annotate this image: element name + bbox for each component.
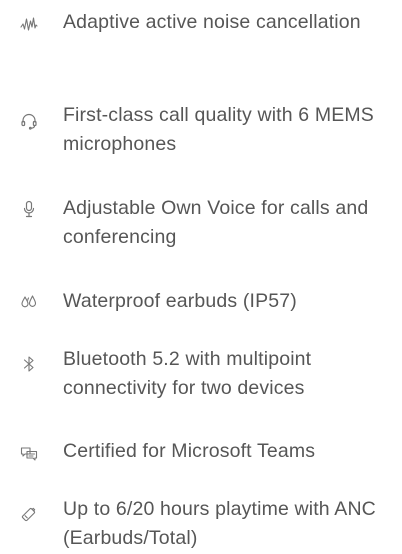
microphone-icon bbox=[20, 200, 38, 218]
feature-text: Bluetooth 5.2 with multipoint connectivi… bbox=[63, 348, 312, 399]
feature-text: First-class call quality with 6 MEMS mic… bbox=[63, 104, 374, 155]
battery-icon bbox=[20, 505, 38, 523]
feature-text: Adaptive active noise cancellation bbox=[63, 11, 361, 33]
headset-icon bbox=[20, 112, 38, 130]
bluetooth-icon bbox=[20, 355, 38, 373]
feature-text: Certified for Microsoft Teams bbox=[63, 440, 316, 462]
feature-text: Adjustable Own Voice for calls and confe… bbox=[63, 197, 369, 248]
water-drops-icon bbox=[20, 293, 38, 311]
feature-text: Up to 6/20 hours playtime with ANC (Earb… bbox=[63, 498, 376, 549]
noise-cancellation-waveform-icon bbox=[20, 15, 38, 33]
feature-text: Waterproof earbuds (IP57) bbox=[63, 290, 297, 312]
chat-bubbles-icon bbox=[20, 445, 38, 463]
